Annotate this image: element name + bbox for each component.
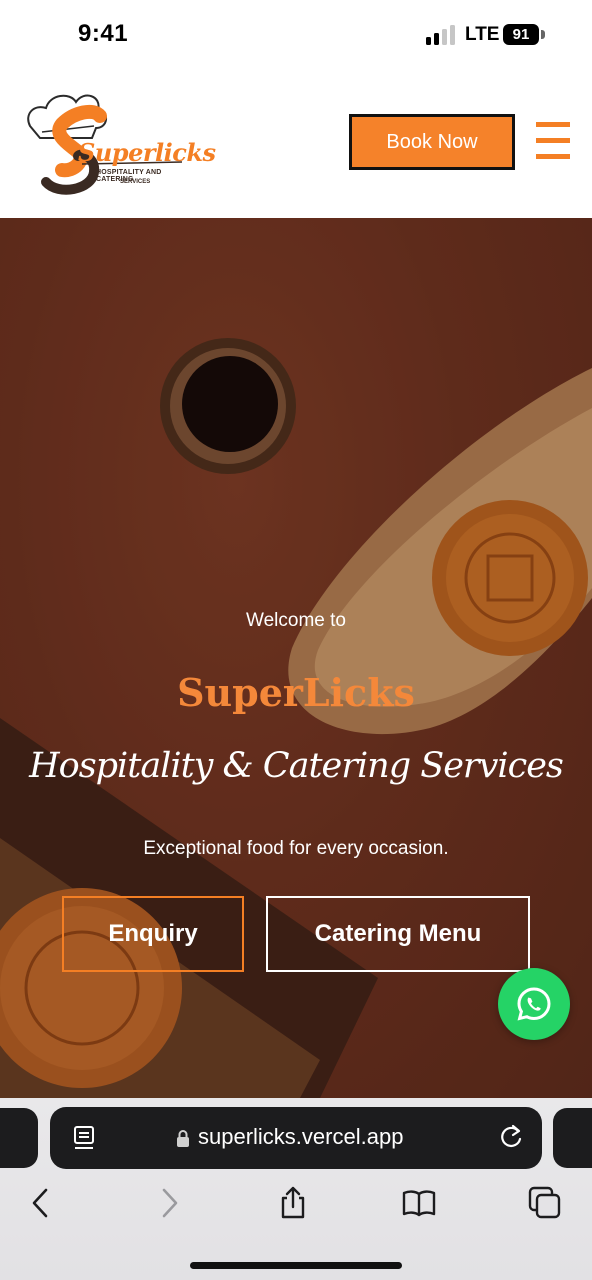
lock-icon [177, 1130, 189, 1147]
tabs-icon[interactable] [528, 1186, 562, 1220]
reload-icon[interactable] [498, 1123, 524, 1151]
logo[interactable]: Superlicks HOSPITALITY AND CATERING SERV… [22, 86, 216, 198]
enquiry-button[interactable]: Enquiry [62, 896, 244, 972]
logo-subtitle-services: SERVICES [120, 179, 151, 185]
whatsapp-glyph [517, 987, 551, 1021]
logo-word: Superlicks [78, 138, 216, 167]
network-label: LTE [465, 24, 500, 45]
hero-title: SuperLicks [177, 670, 415, 715]
back-icon[interactable] [24, 1186, 58, 1220]
status-bar: 9:41 LTE 91 [0, 0, 592, 72]
battery-level: 91 [512, 26, 530, 43]
share-icon[interactable] [276, 1186, 310, 1220]
hero-tagline: Exceptional food for every occasion. [143, 838, 449, 859]
address-bar[interactable]: superlicks.vercel.app [50, 1107, 542, 1169]
battery-nub [541, 30, 545, 39]
browser-chrome: superlicks.vercel.app [0, 1098, 592, 1280]
book-now-button[interactable]: Book Now [349, 114, 515, 170]
hamburger-icon[interactable] [536, 120, 570, 162]
site-header: Superlicks HOSPITALITY AND CATERING SERV… [0, 72, 592, 218]
bookmarks-icon[interactable] [402, 1186, 436, 1220]
battery-icon: 91 [503, 24, 539, 45]
status-time: 9:41 [78, 20, 129, 47]
reader-icon[interactable] [72, 1125, 96, 1151]
hamburger-line [536, 122, 570, 127]
previous-tab[interactable] [0, 1108, 38, 1168]
hamburger-line [536, 154, 570, 159]
catering-menu-button[interactable]: Catering Menu [266, 896, 530, 972]
next-tab[interactable] [553, 1108, 592, 1168]
url-text: superlicks.vercel.app [198, 1124, 404, 1149]
home-indicator[interactable] [190, 1262, 402, 1269]
hero-section: Welcome to SuperLicks Hospitality & Cate… [0, 218, 592, 1098]
forward-icon[interactable] [152, 1186, 186, 1220]
signal-icon [426, 25, 455, 45]
hero-subtitle: Hospitality & Catering Services [29, 746, 564, 786]
hero-welcome: Welcome to [246, 610, 346, 631]
hamburger-line [536, 138, 570, 143]
whatsapp-icon[interactable] [498, 968, 570, 1040]
